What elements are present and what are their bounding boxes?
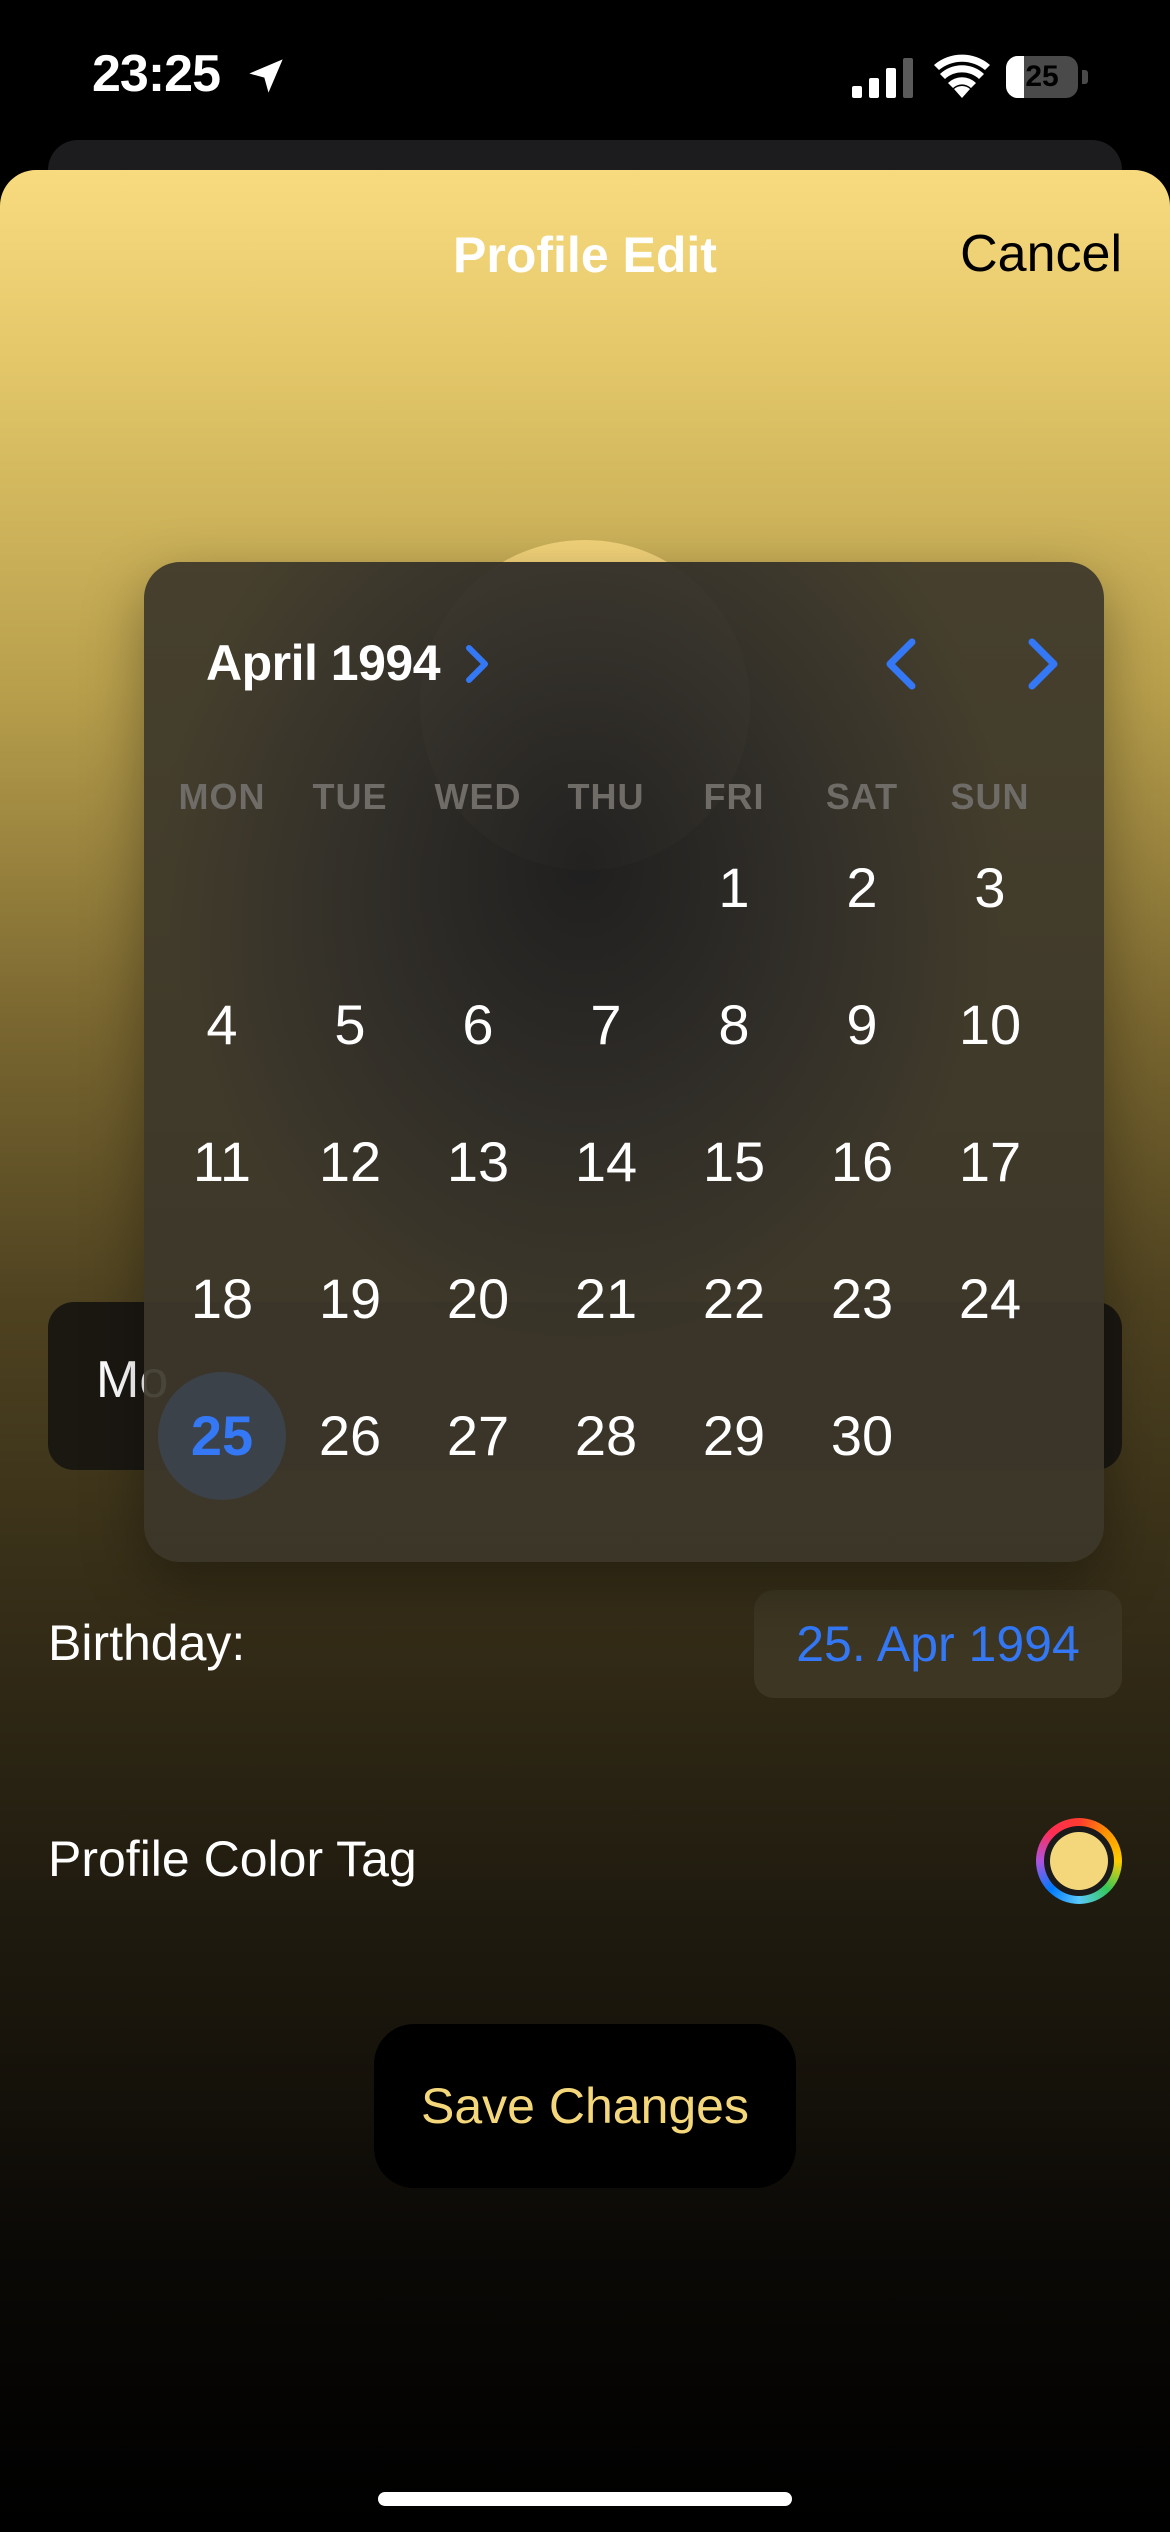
- calendar-day[interactable]: 13: [414, 1098, 542, 1226]
- color-swatch: [1050, 1832, 1108, 1890]
- calendar-day[interactable]: 23: [798, 1235, 926, 1363]
- calendar-day[interactable]: 26: [286, 1372, 414, 1500]
- weekday-header-thu: THU: [567, 776, 645, 817]
- date-picker-calendar: April 1994 MON TUE WED THU FRI SAT SUN 1 2 3 4 5 6 7 8…: [144, 562, 1104, 1562]
- calendar-day[interactable]: 8: [670, 961, 798, 1089]
- home-indicator: [378, 2492, 792, 2506]
- calendar-day[interactable]: 19: [286, 1235, 414, 1363]
- calendar-day[interactable]: 30: [798, 1372, 926, 1500]
- weekday-header-sun: SUN: [950, 776, 1030, 817]
- calendar-day[interactable]: 27: [414, 1372, 542, 1500]
- weekday-header-sat: SAT: [825, 776, 899, 817]
- color-picker-button[interactable]: [1036, 1818, 1122, 1904]
- save-changes-button[interactable]: Save Changes: [374, 2024, 796, 2188]
- calendar-day[interactable]: 16: [798, 1098, 926, 1226]
- birthday-date-picker-button[interactable]: 25. Apr 1994: [754, 1590, 1122, 1698]
- weekday-header-mon: MON: [178, 776, 266, 817]
- calendar-day[interactable]: 7: [542, 961, 670, 1089]
- calendar-day[interactable]: 21: [542, 1235, 670, 1363]
- profile-color-tag-label: Profile Color Tag: [48, 1831, 417, 1887]
- cancel-button[interactable]: Cancel: [960, 224, 1122, 284]
- calendar-day[interactable]: 3: [926, 824, 1054, 952]
- calendar-day[interactable]: 5: [286, 961, 414, 1089]
- weekday-header-tue: TUE: [312, 776, 388, 817]
- status-bar: 23:25 25: [0, 0, 1170, 150]
- calendar-day[interactable]: 14: [542, 1098, 670, 1226]
- calendar-day[interactable]: 28: [542, 1372, 670, 1500]
- next-month-button[interactable]: [1010, 634, 1070, 694]
- previous-month-button[interactable]: [874, 634, 934, 694]
- calendar-day[interactable]: 11: [158, 1098, 286, 1226]
- calendar-day[interactable]: 4: [158, 961, 286, 1089]
- save-changes-label: Save Changes: [420, 2078, 749, 2134]
- calendar-day[interactable]: 18: [158, 1235, 286, 1363]
- battery-icon: 25: [1006, 56, 1088, 98]
- wifi-icon: [934, 54, 990, 98]
- birthday-value: 25. Apr 1994: [796, 1616, 1080, 1672]
- calendar-day[interactable]: 15: [670, 1098, 798, 1226]
- calendar-day[interactable]: 6: [414, 961, 542, 1089]
- calendar-day[interactable]: 9: [798, 961, 926, 1089]
- calendar-day[interactable]: 17: [926, 1098, 1054, 1226]
- chevron-right-icon[interactable]: [464, 644, 490, 684]
- weekday-header-wed: WED: [434, 776, 522, 817]
- signal-icon: [852, 58, 913, 98]
- calendar-day[interactable]: 24: [926, 1235, 1054, 1363]
- battery-percentage: 25: [1025, 60, 1059, 93]
- month-year-button[interactable]: April 1994: [206, 634, 441, 692]
- calendar-day[interactable]: 1: [670, 824, 798, 952]
- calendar-day[interactable]: 22: [670, 1235, 798, 1363]
- calendar-day[interactable]: 29: [670, 1372, 798, 1500]
- calendar-day[interactable]: 20: [414, 1235, 542, 1363]
- location-arrow-icon: [249, 59, 283, 93]
- birthday-label: Birthday:: [48, 1615, 246, 1671]
- status-time: 23:25: [92, 45, 221, 103]
- calendar-day[interactable]: 12: [286, 1098, 414, 1226]
- weekday-header-fri: FRI: [703, 776, 765, 817]
- calendar-day-selected[interactable]: 25: [158, 1372, 286, 1500]
- calendar-day[interactable]: 10: [926, 961, 1054, 1089]
- calendar-day[interactable]: 2: [798, 824, 926, 952]
